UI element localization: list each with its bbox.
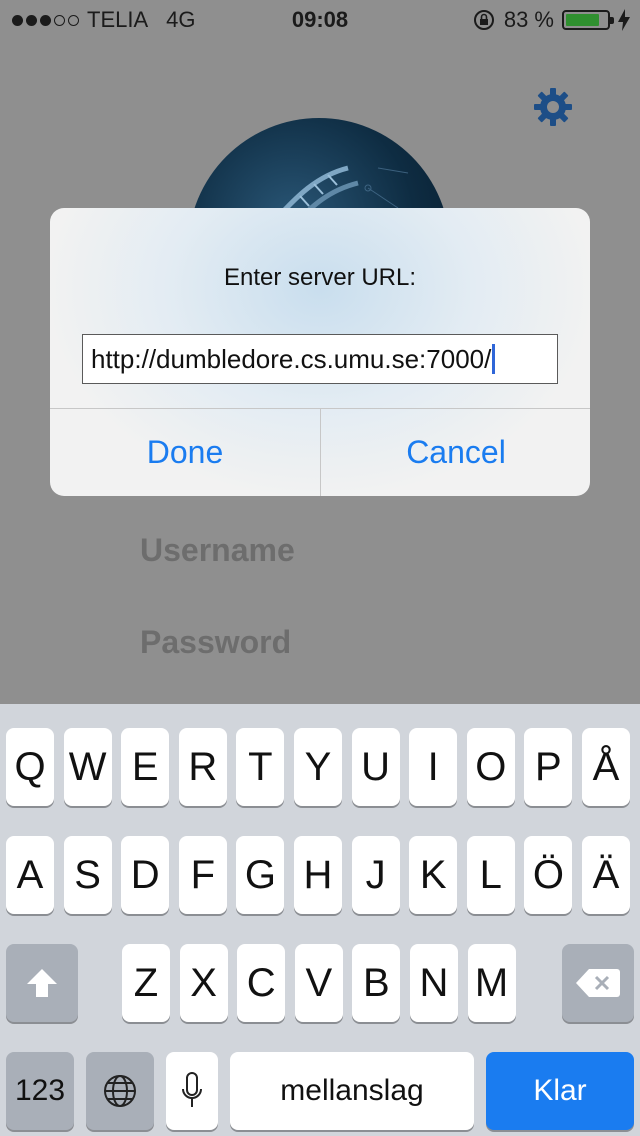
space-key[interactable]: mellanslag	[230, 1052, 474, 1130]
key-y[interactable]: Y	[294, 728, 342, 806]
key-r[interactable]: R	[178, 728, 227, 806]
key-o[interactable]: O	[466, 728, 515, 806]
key-k[interactable]: K	[409, 836, 458, 914]
shift-icon	[27, 969, 57, 997]
charging-bolt-icon	[618, 9, 630, 31]
numbers-key[interactable]: 123	[6, 1052, 74, 1130]
key-u[interactable]: U	[351, 728, 400, 806]
backspace-key[interactable]	[562, 944, 634, 1022]
key-t[interactable]: T	[236, 728, 285, 806]
rotation-lock-icon	[473, 10, 494, 30]
key-c[interactable]: C	[237, 944, 286, 1022]
cancel-button[interactable]: Cancel	[321, 409, 590, 496]
key-d[interactable]: D	[121, 836, 170, 914]
done-button[interactable]: Done	[50, 409, 320, 496]
server-url-alert: Enter server URL: http://dumbledore.cs.u…	[50, 208, 590, 496]
alert-title: Enter server URL:	[223, 264, 417, 291]
key-n[interactable]: N	[410, 944, 458, 1022]
backspace-icon	[576, 969, 620, 997]
key-z[interactable]: Z	[122, 944, 170, 1022]
battery-percent: 83 %	[503, 7, 554, 32]
keyboard: QWERTYUIOPÅ ASDFGHJKLÖÄ ZXCVBNM 123 mell…	[0, 704, 640, 1136]
server-url-value: http://dumbledore.cs.umu.se:7000/	[91, 344, 492, 374]
key-b[interactable]: B	[352, 944, 401, 1022]
globe-key[interactable]	[86, 1052, 154, 1130]
key-v[interactable]: V	[294, 944, 343, 1022]
microphone-icon	[182, 1072, 202, 1107]
status-right: 83 %	[472, 7, 630, 33]
key-p[interactable]: P	[524, 728, 573, 806]
key-a[interactable]: A	[6, 836, 54, 914]
key-h[interactable]: H	[294, 836, 342, 914]
key-ä[interactable]: Ä	[582, 836, 630, 914]
password-field[interactable]: Password	[140, 624, 291, 661]
shift-key[interactable]	[6, 944, 78, 1022]
globe-icon	[104, 1075, 136, 1107]
key-m[interactable]: M	[467, 944, 516, 1022]
key-q[interactable]: Q	[6, 728, 54, 806]
key-s[interactable]: S	[63, 836, 112, 914]
key-e[interactable]: E	[121, 728, 170, 806]
key-å[interactable]: Å	[582, 728, 630, 806]
battery-icon	[562, 10, 614, 30]
battery-fill	[566, 14, 600, 26]
key-w[interactable]: W	[63, 728, 112, 806]
key-ö[interactable]: Ö	[524, 836, 573, 914]
dictation-key[interactable]	[166, 1052, 218, 1130]
server-url-input[interactable]: http://dumbledore.cs.umu.se:7000/	[82, 334, 558, 384]
settings-gear-icon[interactable]	[532, 86, 574, 128]
key-l[interactable]: L	[466, 836, 515, 914]
return-key[interactable]: Klar	[486, 1052, 634, 1130]
username-field[interactable]: Username	[140, 532, 295, 569]
key-f[interactable]: F	[178, 836, 227, 914]
status-bar: TELIA 4G 09:08 83 %	[0, 0, 640, 40]
key-g[interactable]: G	[236, 836, 285, 914]
text-cursor	[492, 344, 496, 374]
key-x[interactable]: X	[179, 944, 228, 1022]
key-i[interactable]: I	[409, 728, 458, 806]
key-j[interactable]: J	[351, 836, 400, 914]
